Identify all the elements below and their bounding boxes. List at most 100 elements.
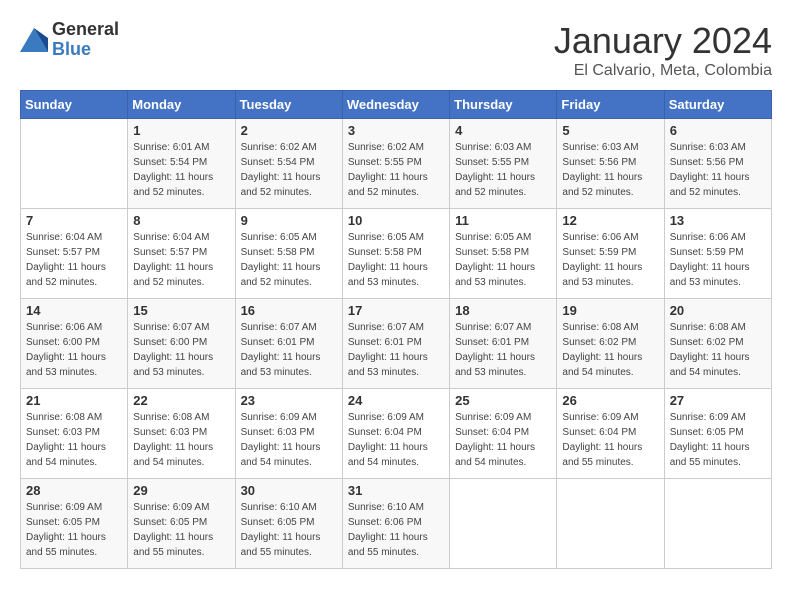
day-cell: 29Sunrise: 6:09 AMSunset: 6:05 PMDayligh… <box>128 479 235 569</box>
header-cell-sunday: Sunday <box>21 91 128 119</box>
location: El Calvario, Meta, Colombia <box>554 62 772 80</box>
day-cell: 3Sunrise: 6:02 AMSunset: 5:55 PMDaylight… <box>342 119 449 209</box>
day-number: 10 <box>348 213 444 228</box>
header-cell-friday: Friday <box>557 91 664 119</box>
day-cell: 30 Sunrise: 6:10 AMSunset: 6:05 PMDayligh… <box>235 479 342 569</box>
day-number: 29 <box>133 483 229 498</box>
day-info: Sunrise: 6:05 AMSunset: 5:58 PMDaylight:… <box>241 230 337 290</box>
day-number: 11 <box>455 213 551 228</box>
day-info: Sunrise: 6:08 AMSunset: 6:03 PMDaylight:… <box>26 410 122 470</box>
day-number: 13 <box>670 213 766 228</box>
day-number: 15 <box>133 303 229 318</box>
day-info: Sunrise: 6:09 AMSunset: 6:04 PMDaylight:… <box>562 410 658 470</box>
day-info: Sunrise: 6:04 AMSunset: 5:57 PMDaylight:… <box>26 230 122 290</box>
day-cell: 12 Sunrise: 6:06 AMSunset: 5:59 PMDayligh… <box>557 209 664 299</box>
day-cell: 5Sunrise: 6:03 AMSunset: 5:56 PMDaylight… <box>557 119 664 209</box>
day-number: 18 <box>455 303 551 318</box>
day-cell <box>557 479 664 569</box>
header-cell-tuesday: Tuesday <box>235 91 342 119</box>
day-info: Sunrise: 6:04 AMSunset: 5:57 PMDaylight:… <box>133 230 229 290</box>
day-info: Sunrise: 6:07 AMSunset: 6:01 PMDaylight:… <box>241 320 337 380</box>
day-cell: 9 Sunrise: 6:05 AMSunset: 5:58 PMDaylight… <box>235 209 342 299</box>
header-row: SundayMondayTuesdayWednesdayThursdayFrid… <box>21 91 772 119</box>
day-info: Sunrise: 6:10 AMSunset: 6:06 PMDaylight:… <box>348 500 444 560</box>
logo: General Blue <box>20 20 119 60</box>
day-number: 16 <box>241 303 337 318</box>
day-info: Sunrise: 6:08 AMSunset: 6:02 PMDaylight:… <box>562 320 658 380</box>
day-info: Sunrise: 6:06 AMSunset: 5:59 PMDaylight:… <box>562 230 658 290</box>
day-number: 3 <box>348 123 444 138</box>
day-info: Sunrise: 6:09 AMSunset: 6:04 PMDaylight:… <box>455 410 551 470</box>
day-number: 9 <box>241 213 337 228</box>
day-number: 17 <box>348 303 444 318</box>
page-header: General Blue January 2024 El Calvario, M… <box>20 20 772 80</box>
day-number: 7 <box>26 213 122 228</box>
day-number: 1 <box>133 123 229 138</box>
day-number: 12 <box>562 213 658 228</box>
day-cell: 1 Sunrise: 6:01 AMSunset: 5:54 PMDaylight… <box>128 119 235 209</box>
day-number: 30 <box>241 483 337 498</box>
day-number: 26 <box>562 393 658 408</box>
day-number: 31 <box>348 483 444 498</box>
logo-blue: Blue <box>52 39 91 59</box>
day-cell: 28Sunrise: 6:09 AMSunset: 6:05 PMDayligh… <box>21 479 128 569</box>
calendar-table: SundayMondayTuesdayWednesdayThursdayFrid… <box>20 90 772 569</box>
day-cell: 20 Sunrise: 6:08 AMSunset: 6:02 PMDayligh… <box>664 299 771 389</box>
day-cell <box>21 119 128 209</box>
day-number: 23 <box>241 393 337 408</box>
day-info: Sunrise: 6:08 AMSunset: 6:03 PMDaylight:… <box>133 410 229 470</box>
month-title: January 2024 <box>554 20 772 62</box>
day-info: Sunrise: 6:05 AMSunset: 5:58 PMDaylight:… <box>455 230 551 290</box>
day-cell <box>664 479 771 569</box>
week-row-3: 14 Sunrise: 6:06 AMSunset: 6:00 PMDayligh… <box>21 299 772 389</box>
day-cell: 23 Sunrise: 6:09 AMSunset: 6:03 PMDayligh… <box>235 389 342 479</box>
day-cell: 25 Sunrise: 6:09 AMSunset: 6:04 PMDayligh… <box>450 389 557 479</box>
day-info: Sunrise: 6:02 AMSunset: 5:54 PMDaylight:… <box>241 140 337 200</box>
week-row-1: 1 Sunrise: 6:01 AMSunset: 5:54 PMDaylight… <box>21 119 772 209</box>
week-row-4: 21Sunrise: 6:08 AMSunset: 6:03 PMDayligh… <box>21 389 772 479</box>
day-number: 6 <box>670 123 766 138</box>
day-number: 19 <box>562 303 658 318</box>
day-cell: 8 Sunrise: 6:04 AMSunset: 5:57 PMDaylight… <box>128 209 235 299</box>
day-number: 28 <box>26 483 122 498</box>
day-info: Sunrise: 6:08 AMSunset: 6:02 PMDaylight:… <box>670 320 766 380</box>
day-info: Sunrise: 6:07 AMSunset: 6:01 PMDaylight:… <box>348 320 444 380</box>
day-info: Sunrise: 6:05 AMSunset: 5:58 PMDaylight:… <box>348 230 444 290</box>
day-number: 14 <box>26 303 122 318</box>
logo-icon <box>20 28 48 52</box>
day-cell: 26 Sunrise: 6:09 AMSunset: 6:04 PMDayligh… <box>557 389 664 479</box>
day-info: Sunrise: 6:09 AMSunset: 6:03 PMDaylight:… <box>241 410 337 470</box>
calendar-body: 1 Sunrise: 6:01 AMSunset: 5:54 PMDaylight… <box>21 119 772 569</box>
day-info: Sunrise: 6:09 AMSunset: 6:04 PMDaylight:… <box>348 410 444 470</box>
day-info: Sunrise: 6:06 AMSunset: 6:00 PMDaylight:… <box>26 320 122 380</box>
day-cell: 6 Sunrise: 6:03 AMSunset: 5:56 PMDaylight… <box>664 119 771 209</box>
day-cell: 16 Sunrise: 6:07 AMSunset: 6:01 PMDayligh… <box>235 299 342 389</box>
logo-text: General Blue <box>52 20 119 60</box>
header-cell-thursday: Thursday <box>450 91 557 119</box>
day-number: 25 <box>455 393 551 408</box>
day-cell: 13 Sunrise: 6:06 AMSunset: 5:59 PMDayligh… <box>664 209 771 299</box>
day-info: Sunrise: 6:09 AMSunset: 6:05 PMDaylight:… <box>670 410 766 470</box>
day-number: 24 <box>348 393 444 408</box>
day-cell: 19 Sunrise: 6:08 AMSunset: 6:02 PMDayligh… <box>557 299 664 389</box>
day-number: 20 <box>670 303 766 318</box>
day-cell: 7 Sunrise: 6:04 AMSunset: 5:57 PMDaylight… <box>21 209 128 299</box>
week-row-5: 28Sunrise: 6:09 AMSunset: 6:05 PMDayligh… <box>21 479 772 569</box>
day-cell: 31 Sunrise: 6:10 AMSunset: 6:06 PMDayligh… <box>342 479 449 569</box>
day-info: Sunrise: 6:03 AMSunset: 5:55 PMDaylight:… <box>455 140 551 200</box>
calendar-header: SundayMondayTuesdayWednesdayThursdayFrid… <box>21 91 772 119</box>
day-info: Sunrise: 6:01 AMSunset: 5:54 PMDaylight:… <box>133 140 229 200</box>
header-cell-wednesday: Wednesday <box>342 91 449 119</box>
day-number: 8 <box>133 213 229 228</box>
day-cell: 21Sunrise: 6:08 AMSunset: 6:03 PMDayligh… <box>21 389 128 479</box>
day-cell: 22 Sunrise: 6:08 AMSunset: 6:03 PMDayligh… <box>128 389 235 479</box>
day-info: Sunrise: 6:06 AMSunset: 5:59 PMDaylight:… <box>670 230 766 290</box>
day-number: 22 <box>133 393 229 408</box>
day-info: Sunrise: 6:10 AMSunset: 6:05 PMDaylight:… <box>241 500 337 560</box>
day-cell: 14 Sunrise: 6:06 AMSunset: 6:00 PMDayligh… <box>21 299 128 389</box>
day-info: Sunrise: 6:07 AMSunset: 6:01 PMDaylight:… <box>455 320 551 380</box>
day-cell: 18 Sunrise: 6:07 AMSunset: 6:01 PMDayligh… <box>450 299 557 389</box>
day-info: Sunrise: 6:03 AMSunset: 5:56 PMDaylight:… <box>670 140 766 200</box>
logo-general: General <box>52 19 119 39</box>
day-cell: 27Sunrise: 6:09 AMSunset: 6:05 PMDayligh… <box>664 389 771 479</box>
